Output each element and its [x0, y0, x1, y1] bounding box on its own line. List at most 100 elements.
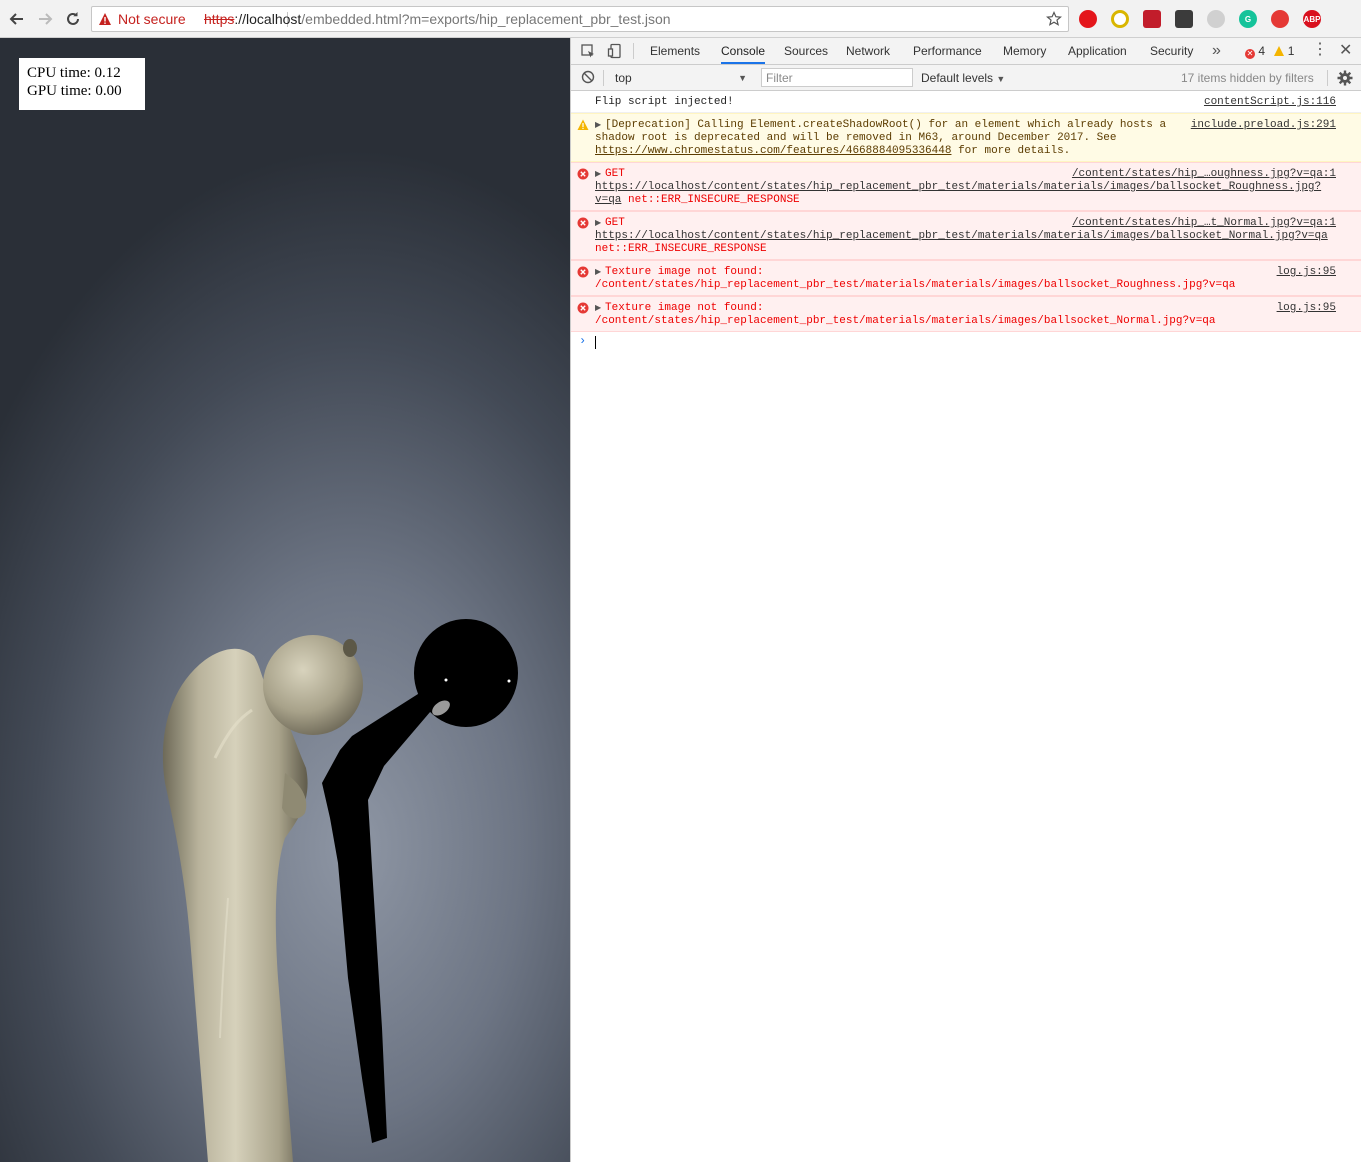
hip-replacement-scene: [162, 619, 518, 1162]
console-message: include.preload.js:291 ▶ [Deprecation] Cal…: [571, 113, 1361, 162]
console-message: /content/states/hip_…oughness.jpg?v=qa:1…: [571, 162, 1361, 211]
error-circle-icon: [577, 302, 589, 314]
address-bar[interactable]: Not secure https://localhost/embedded.ht…: [91, 6, 1069, 32]
adblock-plus-icon[interactable]: ABP: [1303, 10, 1321, 28]
tab-elements[interactable]: Elements: [650, 38, 700, 64]
dropdown-caret-icon: ▼: [996, 74, 1006, 84]
tab-application[interactable]: Application: [1068, 38, 1127, 64]
texture-path: /content/states/hip_replacement_pbr_test…: [595, 315, 1216, 327]
hidden-items-info: 17 items hidden by filters: [1181, 71, 1314, 85]
message-text-after: for more details.: [951, 145, 1071, 157]
expand-triangle-icon[interactable]: ▶: [595, 168, 605, 181]
warning-triangle-icon: [99, 13, 111, 25]
message-text: [Deprecation] Calling Element.createShad…: [595, 119, 1167, 144]
console-message: log.js:95 ▶ Texture image not found:/conte…: [571, 296, 1361, 332]
warning-triangle-icon: [1274, 46, 1285, 56]
error-x-icon: ✕: [1245, 49, 1255, 59]
tab-security[interactable]: Security: [1150, 38, 1193, 64]
warning-triangle-icon: [577, 119, 589, 130]
prompt-chevron-icon: ›: [579, 334, 587, 348]
message-source-link[interactable]: contentScript.js:116: [1204, 96, 1336, 109]
error-circle-icon: [577, 217, 589, 229]
message-link[interactable]: https://www.chromestatus.com/features/46…: [595, 145, 951, 157]
devtools-panel: Elements Console Sources Network Performance…: [570, 38, 1361, 1162]
opera-icon[interactable]: [1079, 10, 1097, 28]
expand-triangle-icon[interactable]: ▶: [595, 217, 605, 230]
url-path: /embedded.html?m=exports/hip_replacement…: [301, 11, 671, 27]
gpu-time-label: GPU time: 0.00: [27, 83, 122, 99]
reload-button[interactable]: [61, 7, 85, 31]
clear-console-icon[interactable]: [581, 70, 595, 84]
console-message: log.js:95 ▶ Texture image not found:/conte…: [571, 260, 1361, 296]
execution-context-select[interactable]: top ▼: [607, 69, 747, 87]
webgl-viewport[interactable]: CPU time: 0.12 GPU time: 0.00: [0, 38, 570, 1162]
close-devtools-icon[interactable]: ✕: [1339, 38, 1352, 64]
tab-sources[interactable]: Sources: [784, 38, 828, 64]
network-error-status: net::ERR_INSECURE_RESPONSE: [595, 243, 767, 255]
devtools-tab-bar: Elements Console Sources Network Performance…: [571, 38, 1361, 65]
tab-performance[interactable]: Performance: [913, 38, 982, 64]
tab-network[interactable]: Network: [846, 38, 890, 64]
message-source-link[interactable]: log.js:95: [1277, 302, 1336, 315]
expand-triangle-icon[interactable]: ▶: [595, 119, 605, 132]
inspect-element-icon[interactable]: [580, 43, 596, 59]
chromecast-icon[interactable]: [1111, 10, 1129, 28]
console-filter-input[interactable]: [761, 68, 913, 87]
console-settings-gear-icon[interactable]: [1337, 70, 1353, 86]
bookmark-star-icon[interactable]: [1046, 11, 1062, 27]
request-url-link[interactable]: https://localhost/content/states/hip_rep…: [595, 230, 1328, 242]
dropdown-caret-icon: ▼: [738, 73, 747, 83]
block-extension-icon[interactable]: [1271, 10, 1289, 28]
message-text: Texture image not found:: [605, 266, 764, 278]
message-source-link[interactable]: include.preload.js:291: [1191, 119, 1336, 132]
log-levels-dropdown[interactable]: Default levels ▼: [921, 65, 1005, 91]
forward-button[interactable]: [33, 7, 57, 31]
console-filter-bar: top ▼ Default levels ▼ 17 items hidden b…: [571, 65, 1361, 91]
message-source-link[interactable]: /content/states/hip_…t_Normal.jpg?v=qa:1: [1072, 217, 1336, 230]
more-tabs-button[interactable]: »: [1212, 38, 1221, 64]
console-message: /content/states/hip_…t_Normal.jpg?v=qa:1…: [571, 211, 1361, 260]
request-method: GET: [605, 168, 625, 180]
log-levels-label: Default levels: [921, 71, 994, 85]
arrow-left-icon: [9, 13, 23, 25]
text-cursor: [595, 336, 596, 349]
browser-toolbar: Not secure https://localhost/embedded.ht…: [0, 0, 1361, 38]
error-circle-icon: [577, 266, 589, 278]
url-scheme: https: [204, 11, 235, 27]
sync-extension-icon[interactable]: [1207, 10, 1225, 28]
expand-triangle-icon[interactable]: ▶: [595, 302, 605, 315]
warning-count: 1: [1287, 44, 1295, 58]
texture-path: /content/states/hip_replacement_pbr_test…: [595, 279, 1236, 291]
expand-triangle-icon[interactable]: ▶: [595, 266, 605, 279]
issue-counter[interactable]: ✕ 4 1: [1245, 38, 1294, 64]
terminal-extension-icon[interactable]: [1175, 10, 1193, 28]
error-count: 4: [1258, 44, 1266, 58]
timing-stats-overlay: CPU time: 0.12 GPU time: 0.00: [19, 58, 145, 110]
context-value: top: [615, 71, 632, 85]
device-toolbar-icon[interactable]: [607, 43, 623, 59]
filter-divider: [603, 70, 604, 86]
message-source-link[interactable]: log.js:95: [1277, 266, 1336, 279]
console-output: contentScript.js:116 Flip script injected…: [571, 91, 1361, 352]
tab-console[interactable]: Console: [721, 38, 766, 64]
console-prompt[interactable]: ›: [571, 332, 1361, 352]
cpu-time-label: CPU time: 0.12: [27, 65, 121, 81]
message-text: Flip script injected!: [595, 96, 734, 108]
reload-icon: [67, 12, 79, 25]
back-button[interactable]: [5, 7, 29, 31]
url-host: ://localhost: [234, 11, 302, 27]
arrow-right-icon: [39, 13, 53, 25]
grammarly-icon[interactable]: G: [1239, 10, 1257, 28]
console-message: contentScript.js:116 Flip script injected…: [571, 91, 1361, 113]
toolbar-divider: [633, 43, 634, 59]
url-text[interactable]: https://localhost/embedded.html?m=export…: [204, 7, 671, 31]
error-circle-icon: [577, 168, 589, 180]
security-status-label[interactable]: Not secure: [118, 7, 186, 31]
femur-model: [162, 635, 363, 1162]
tab-memory[interactable]: Memory: [1003, 38, 1046, 64]
filter-divider: [1327, 70, 1328, 86]
cube-extension-icon[interactable]: [1143, 10, 1161, 28]
message-source-link[interactable]: /content/states/hip_…oughness.jpg?v=qa:1: [1072, 168, 1336, 181]
devtools-menu-kebab-icon[interactable]: ⋮: [1312, 38, 1328, 64]
message-text: Texture image not found:: [605, 302, 764, 314]
